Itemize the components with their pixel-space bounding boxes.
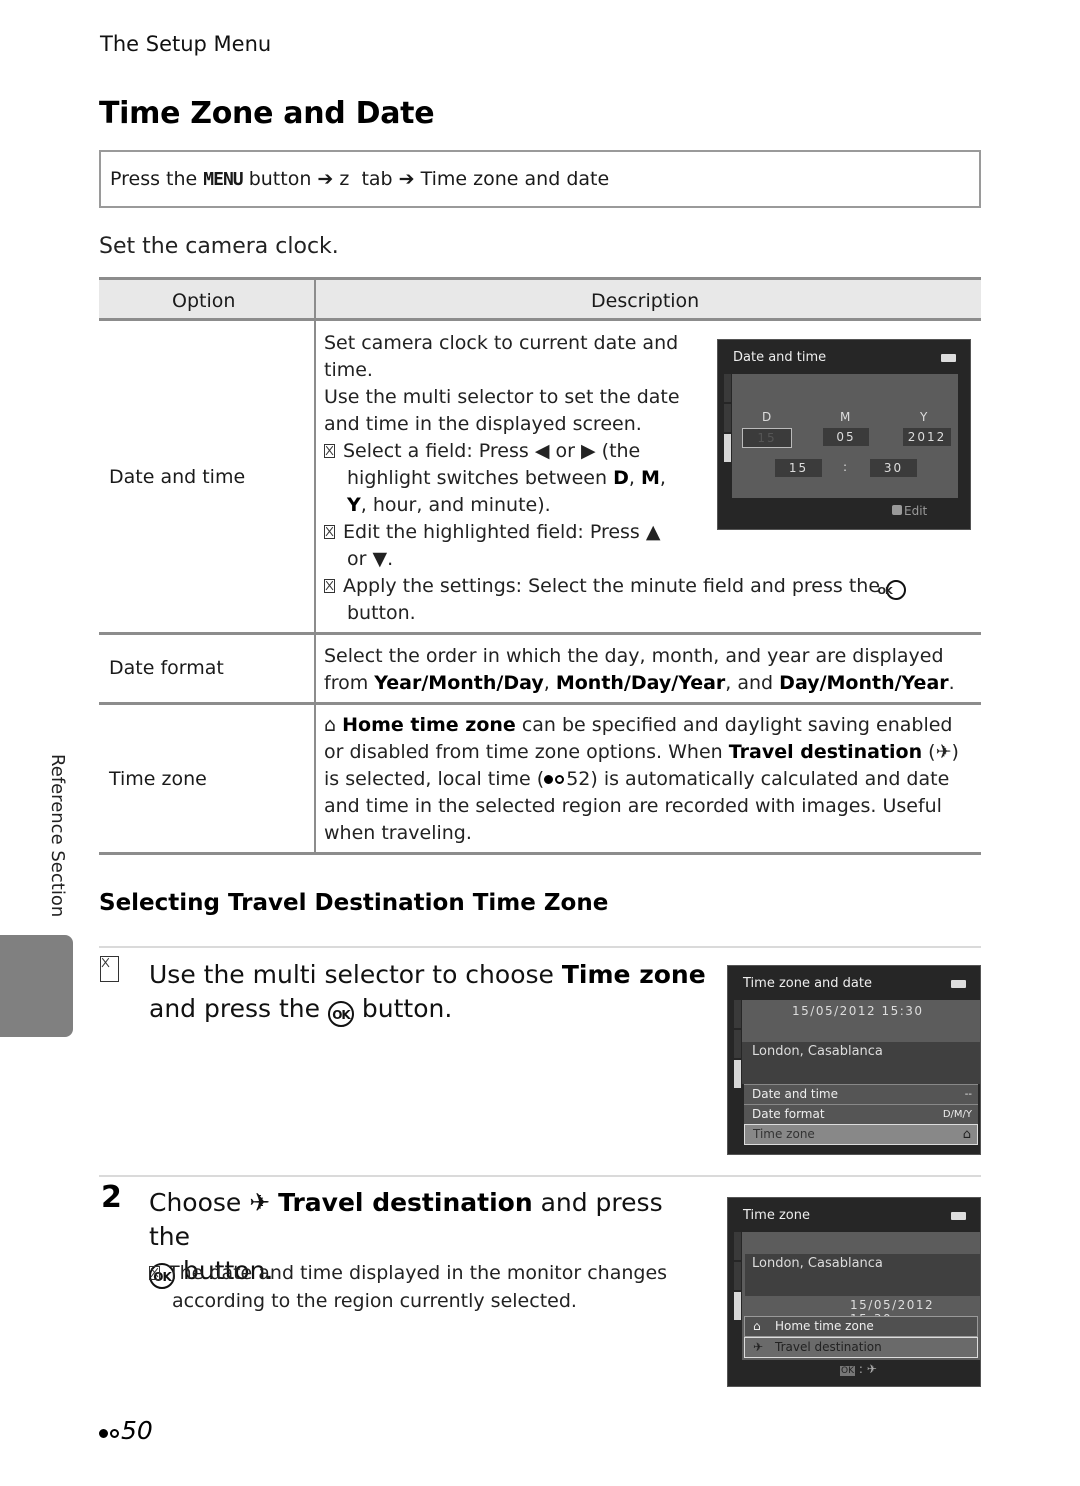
description-time-zone: ⌂ Home time zone can be specified and da… <box>324 714 959 844</box>
table-header: Option Description <box>99 277 981 321</box>
reference-icon <box>544 773 565 785</box>
airplane-icon: ✈ <box>935 741 952 763</box>
bullet-icon <box>324 525 335 539</box>
airplane-icon: ✈ <box>866 1362 877 1376</box>
row-divider <box>99 702 981 705</box>
menu-path: Press the MENU button ➔ z tab ➔ Time zon… <box>110 168 609 190</box>
step-2-number: 2 <box>101 1180 122 1215</box>
airplane-icon: ✈ <box>753 1340 764 1354</box>
bullet-icon <box>149 1266 160 1280</box>
table-column-divider <box>314 280 316 854</box>
screen-title: Date and time <box>733 350 827 365</box>
screen-tabs <box>734 1000 741 1090</box>
screen-tabs <box>734 1232 741 1322</box>
field-minute: 30 <box>870 459 917 477</box>
camera-screen-date-and-time: Date and time D M Y 15 05 2012 15 : 30 E… <box>717 339 971 530</box>
ok-button-icon: OK <box>327 1001 354 1027</box>
bullet-select-field: Select a field: Press ◀ or ▶ (the highli… <box>324 438 684 519</box>
option-date-and-time: Date and time <box>109 466 246 488</box>
screen-title: Time zone and date <box>743 976 872 991</box>
screen-title: Time zone <box>743 1208 810 1223</box>
screen-city: London, Casablanca <box>752 1044 883 1059</box>
home-icon: ⌂ <box>753 1319 761 1333</box>
reference-icon <box>99 1427 119 1439</box>
running-head: The Setup Menu <box>100 32 272 56</box>
path-prefix: Press the <box>110 168 198 190</box>
field-year: 2012 <box>903 428 951 446</box>
section-title: Selecting Travel Destination Time Zone <box>99 890 609 916</box>
bullet-apply-settings: Apply the settings: Select the minute fi… <box>324 573 967 627</box>
menu-item-travel-destination-selected: ✈ Travel destination <box>744 1337 978 1358</box>
path-item: Time zone and date <box>420 168 610 190</box>
section-rule <box>99 946 981 948</box>
up-down-icon <box>892 505 902 515</box>
menu-item-date-and-time: Date and time -- <box>744 1084 978 1104</box>
description-date-and-time: Set camera clock to current date and tim… <box>324 330 684 573</box>
bullet-edit-field: Edit the highlighted field: Press ▲ or ▼… <box>324 519 684 573</box>
bullet-icon <box>324 579 335 593</box>
side-section-label: Reference Section <box>47 754 68 918</box>
option-time-zone: Time zone <box>109 768 207 790</box>
battery-icon <box>951 1212 966 1220</box>
left-arrow-icon: ◀ <box>534 440 550 462</box>
description-date-format: Select the order in which the day, month… <box>324 645 955 694</box>
battery-icon <box>941 354 956 362</box>
ok-button-icon: OK <box>877 580 907 600</box>
bullet-icon <box>324 444 335 458</box>
screen-tabs <box>724 374 731 464</box>
intro-text: Set the camera clock. <box>99 234 339 259</box>
menu-item-time-zone-selected: Time zone ⌂ <box>744 1124 978 1145</box>
time-colon: : <box>843 460 848 474</box>
menu-key-icon: MENU <box>203 169 243 190</box>
page-number: 50 <box>99 1416 153 1445</box>
desc-line: Set camera clock to current date and <box>324 332 679 354</box>
label-year: Y <box>920 410 928 424</box>
section-thumb-tab <box>0 935 73 1037</box>
ok-key-icon: OK <box>840 1366 855 1376</box>
airplane-icon: ✈ <box>249 1188 271 1217</box>
home-icon: ⌂ <box>962 1127 971 1142</box>
format-ymd: Year/Month/Day <box>374 672 544 694</box>
field-month: 05 <box>823 428 869 446</box>
label-month: M <box>840 410 851 424</box>
path-button-word: button <box>248 168 312 190</box>
format-mdy: Month/Day/Year <box>555 672 726 694</box>
screen-city: London, Casablanca <box>752 1256 883 1271</box>
label-day: D <box>762 410 772 424</box>
menu-path-box: Press the MENU button ➔ z tab ➔ Time zon… <box>99 150 981 208</box>
option-date-format: Date format <box>109 657 224 679</box>
table-bottom-rule <box>99 852 981 855</box>
right-arrow-icon: ▶ <box>580 440 596 462</box>
page-title: Time Zone and Date <box>99 96 435 131</box>
header-description: Description <box>591 290 700 312</box>
arrow-icon: ➔ <box>317 168 334 190</box>
camera-screen-time-zone-and-date: Time zone and date 15/05/2012 15:30 Lond… <box>727 965 981 1155</box>
step-rule <box>99 1175 981 1177</box>
setup-tab-icon: z <box>339 168 350 190</box>
home-icon: ⌂ <box>324 714 337 736</box>
screen-footer: OK : ✈ <box>840 1362 877 1376</box>
arrow-icon: ➔ <box>398 168 415 190</box>
menu-item-home-time-zone: ⌂ Home time zone <box>744 1316 978 1337</box>
field-day: 15 <box>742 428 792 448</box>
desc-line: and time in the displayed screen. <box>324 413 642 435</box>
menu-item-date-format: Date format D/M/Y <box>744 1104 978 1124</box>
step-1-text: Use the multi selector to choose Time zo… <box>149 958 709 1027</box>
desc-line: Use the multi selector to set the date <box>324 386 680 408</box>
down-arrow-icon: ▼ <box>372 548 388 570</box>
step-1-number <box>100 954 127 989</box>
camera-screen-time-zone: Time zone London, Casablanca 15/05/2012 … <box>727 1197 981 1387</box>
path-tab-word: tab <box>361 168 393 190</box>
header-option: Option <box>172 290 236 312</box>
edit-hint: Edit <box>892 504 927 518</box>
screen-datetime: 15/05/2012 15:30 <box>792 1004 924 1018</box>
battery-icon <box>951 980 966 988</box>
field-hour: 15 <box>775 459 822 477</box>
format-dmy: Day/Month/Year <box>779 672 949 694</box>
step-1-glyph <box>100 956 119 982</box>
row-divider <box>99 632 981 635</box>
desc-line: time. <box>324 359 373 381</box>
up-arrow-icon: ▲ <box>645 521 661 543</box>
step-2-note: The date and time displayed in the monit… <box>149 1259 702 1315</box>
